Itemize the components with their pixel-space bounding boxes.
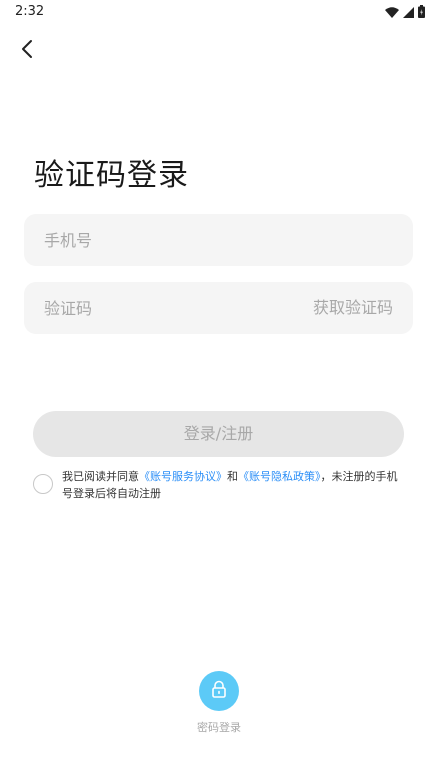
lock-icon bbox=[211, 680, 227, 702]
password-login-label: 密码登录 bbox=[197, 721, 241, 734]
login-register-button[interactable]: 登录/注册 bbox=[33, 411, 404, 457]
status-icons bbox=[385, 3, 425, 22]
service-agreement-link[interactable]: 《账号服务协议》 bbox=[139, 470, 227, 483]
battery-icon bbox=[418, 3, 425, 22]
back-button[interactable] bbox=[12, 36, 42, 66]
phone-field bbox=[24, 214, 413, 266]
code-field: 获取验证码 bbox=[24, 282, 413, 334]
get-code-button[interactable]: 获取验证码 bbox=[313, 282, 393, 334]
agreement-text: 我已阅读并同意《账号服务协议》和《账号隐私政策》，未注册的手机号登录后将自动注册 bbox=[62, 468, 405, 502]
phone-input[interactable] bbox=[44, 214, 394, 266]
page-title: 验证码登录 bbox=[34, 158, 189, 193]
password-login-button[interactable]: 密码登录 bbox=[188, 671, 250, 741]
agreement-prefix: 我已阅读并同意 bbox=[62, 470, 139, 483]
signal-icon bbox=[403, 3, 414, 22]
agreement-connector: 和 bbox=[227, 470, 238, 483]
password-login-icon-circle bbox=[199, 671, 239, 711]
chevron-left-icon bbox=[20, 39, 34, 63]
agree-checkbox[interactable] bbox=[33, 474, 53, 494]
verification-code-input[interactable] bbox=[44, 282, 274, 334]
privacy-policy-link[interactable]: 《账号隐私政策》 bbox=[238, 470, 321, 483]
status-time: 2:32 bbox=[15, 4, 45, 19]
wifi-icon bbox=[385, 3, 399, 22]
status-bar: 2:32 bbox=[0, 0, 437, 24]
